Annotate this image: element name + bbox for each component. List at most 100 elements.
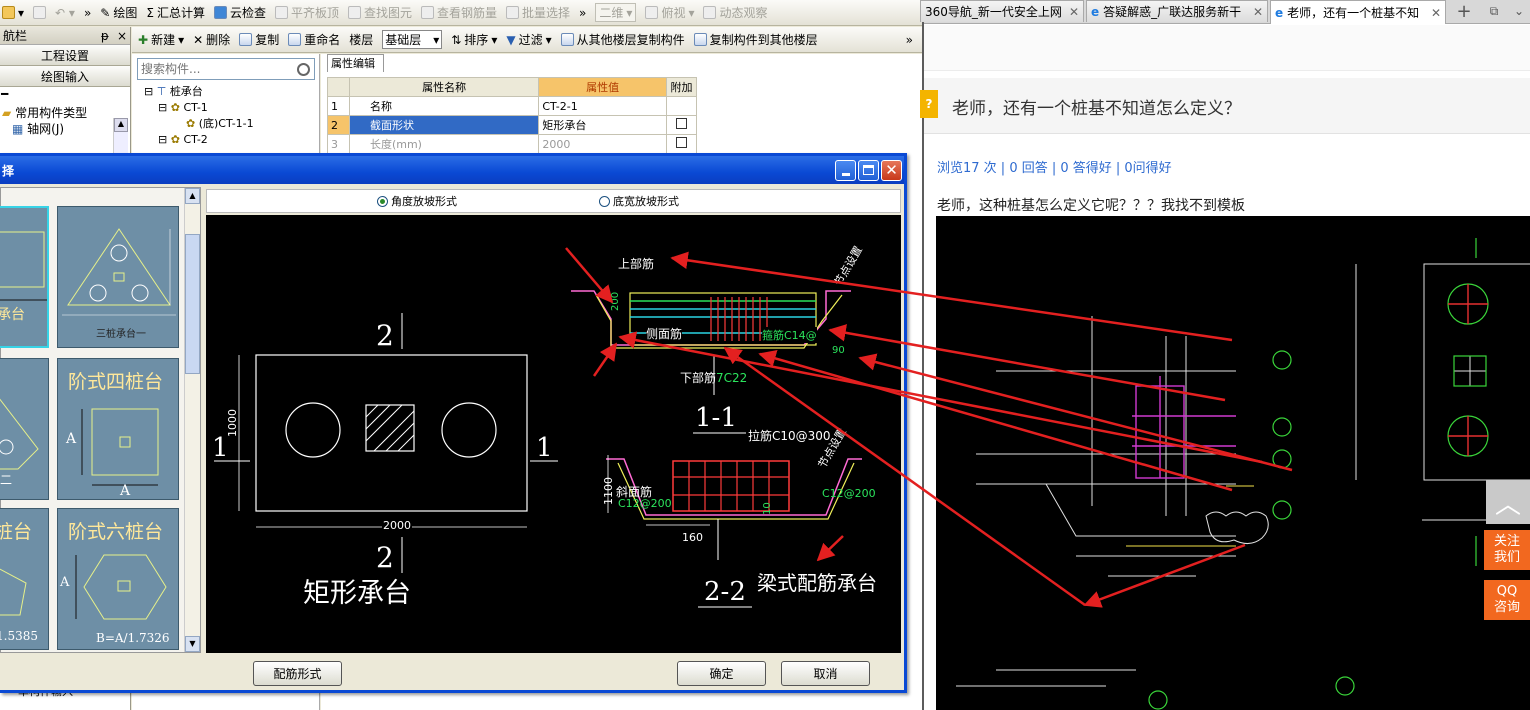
follow-us-button[interactable]: 关注我们 bbox=[1484, 530, 1530, 570]
bottom-slope-radio[interactable]: 底宽放坡形式 bbox=[599, 193, 679, 209]
browser-tab[interactable]: e 答疑解惑_广联达服务新干 ✕ bbox=[1086, 0, 1268, 22]
dynamic-view-button[interactable]: 动态观察 bbox=[703, 4, 768, 21]
sort-button[interactable]: ⇅ 排序 ▾ bbox=[451, 31, 497, 48]
draw-button[interactable]: ✎ 绘图 bbox=[100, 4, 137, 21]
thumb-stepped-six[interactable]: 阶式六桩台 A B=A/1.7326 bbox=[57, 508, 179, 650]
question-icon: ? bbox=[920, 90, 938, 118]
question-stats[interactable]: 浏览17 次 | 0 回答 | 0 答得好 | 0问得好 bbox=[937, 157, 1172, 176]
extra-checkbox[interactable] bbox=[665, 115, 698, 135]
tree-pile-cap-root[interactable]: ⊟ ⊤ 桩承台 bbox=[144, 84, 254, 100]
save-icon[interactable] bbox=[33, 6, 47, 19]
open-dropdown[interactable]: ▾ bbox=[2, 6, 24, 20]
more-chevron-3[interactable]: » bbox=[906, 33, 913, 47]
tab-menu-button[interactable]: ⌄ bbox=[1510, 2, 1528, 20]
row-number: 2 bbox=[327, 115, 350, 135]
tree-common-types[interactable]: ▰ 常用构件类型 bbox=[2, 105, 130, 121]
new-button[interactable]: ✚ 新建 ▾ bbox=[138, 31, 184, 48]
table-row[interactable]: 3 长度(mm) 2000 bbox=[327, 134, 698, 154]
pin-icon[interactable]: ᵽ bbox=[101, 29, 109, 43]
ie-icon: e bbox=[1091, 4, 1100, 19]
table-row[interactable]: 2 截面形状 矩形承台 bbox=[327, 115, 698, 135]
property-value[interactable]: 矩形承台 bbox=[538, 115, 667, 135]
angle-slope-radio[interactable]: 角度放坡形式 bbox=[377, 193, 457, 209]
scroll-up-icon[interactable]: ▲ bbox=[114, 118, 128, 132]
open-folder-icon: ▰ bbox=[2, 106, 12, 120]
ok-label: 确定 bbox=[709, 667, 734, 681]
section-2-2-label: 2-2 bbox=[704, 577, 746, 607]
search-icon[interactable] bbox=[297, 62, 310, 76]
search-input[interactable] bbox=[138, 62, 288, 76]
browser-window: 360导航_新一代安全上网 ✕ e 答疑解惑_广联达服务新干 ✕ e 老师，还有一个桩基… bbox=[920, 0, 1530, 710]
view-top-dropdown[interactable]: 俯视 ▾ bbox=[645, 4, 694, 21]
thumb-three-pile-cap[interactable]: 三桩承台一 bbox=[57, 206, 179, 348]
more-chevron[interactable]: » bbox=[84, 6, 91, 20]
delete-button[interactable]: ✕ 删除 bbox=[193, 31, 230, 48]
row-number: 3 bbox=[327, 134, 350, 154]
minimize-button[interactable] bbox=[835, 159, 856, 181]
qq-consult-button[interactable]: QQ咨询 bbox=[1484, 580, 1530, 620]
question-body: 老师，这种桩基怎么定义它呢？？？我找不到模板 bbox=[937, 198, 1245, 214]
flat-slab-button[interactable]: 平齐板顶 bbox=[274, 4, 339, 21]
browser-tab[interactable]: 360导航_新一代安全上网 ✕ bbox=[920, 0, 1084, 22]
cancel-button[interactable]: 取消 bbox=[781, 661, 870, 686]
nav-title: 航栏 bbox=[3, 29, 28, 43]
thumb-stepped-four[interactable]: 阶式四桩台 A A bbox=[57, 358, 179, 500]
tab-close-icon[interactable]: ✕ bbox=[1431, 6, 1441, 20]
thumb-pentagon-cap[interactable]: 二 bbox=[0, 358, 49, 500]
grid-icon: ▦ bbox=[12, 122, 24, 136]
more-chevron-2[interactable]: » bbox=[579, 6, 586, 20]
back-to-top-button[interactable]: ︿ bbox=[1486, 480, 1530, 524]
extra-checkbox[interactable] bbox=[665, 134, 698, 154]
scroll-up-icon[interactable]: ▲ bbox=[185, 188, 200, 204]
restore-tab-button[interactable]: ⧉ bbox=[1484, 2, 1504, 20]
rename-button[interactable]: 重命名 bbox=[288, 31, 340, 48]
rebar-form-button[interactable]: 配筋形式 bbox=[253, 661, 342, 686]
view-2d-dropdown[interactable]: 二维 ▾ bbox=[595, 3, 637, 22]
copy-to-floor-button[interactable]: 复制构件到其他楼层 bbox=[693, 31, 818, 48]
view-top-label: 俯视 bbox=[661, 6, 686, 20]
tab-close-icon[interactable]: ✕ bbox=[1069, 5, 1079, 19]
ok-button[interactable]: 确定 bbox=[677, 661, 766, 686]
scroll-thumb[interactable] bbox=[185, 234, 200, 374]
copy-button[interactable]: 复制 bbox=[239, 31, 279, 48]
tree-axis-grid[interactable]: ▦ 轴网(J) bbox=[2, 121, 130, 137]
right-rebar-spec: C12@200 bbox=[822, 487, 876, 500]
close-icon: ✕ bbox=[885, 161, 898, 179]
copy-icon bbox=[239, 33, 253, 46]
close-icon[interactable]: × bbox=[117, 29, 127, 43]
property-tab[interactable]: 属性编辑 bbox=[327, 54, 384, 72]
table-row[interactable]: 1 名称 CT-2-1 bbox=[327, 96, 698, 116]
tab-close-icon[interactable]: ✕ bbox=[1253, 5, 1263, 19]
property-value[interactable]: CT-2-1 bbox=[538, 96, 667, 116]
property-value[interactable]: 2000 bbox=[538, 134, 667, 154]
summary-button[interactable]: Σ 汇总计算 bbox=[146, 4, 205, 21]
undo-icon[interactable]: ↶ ▾ bbox=[55, 6, 75, 20]
find-element-button[interactable]: 查找图元 bbox=[348, 4, 412, 21]
tree-ct2[interactable]: ⊟ ✿ CT-2 bbox=[144, 132, 254, 148]
scroll-down-icon[interactable]: ▼ bbox=[185, 636, 200, 652]
maximize-button[interactable] bbox=[858, 159, 879, 181]
tie-rebar-label: 拉筋C10@300 bbox=[748, 429, 831, 443]
pile-circle-left bbox=[285, 402, 341, 458]
new-tab-button[interactable]: + bbox=[1452, 0, 1476, 22]
thumb-stepped-five[interactable]: 桩台 1.5385 bbox=[0, 508, 49, 650]
tree-ct1[interactable]: ⊟ ✿ CT-1 bbox=[144, 100, 254, 116]
browser-tab-active[interactable]: e 老师，还有一个桩基不知 ✕ bbox=[1270, 0, 1446, 24]
close-button[interactable]: ✕ bbox=[881, 159, 902, 181]
floor-select[interactable]: 基础层 ▾ bbox=[382, 30, 443, 49]
view-rebar-button[interactable]: 查看钢筋量 bbox=[421, 4, 497, 21]
filter-button[interactable]: ▼ 过滤 ▾ bbox=[506, 31, 551, 48]
batch-select-button[interactable]: 批量选择 bbox=[506, 4, 570, 21]
find-icon bbox=[348, 6, 361, 19]
tree-ct1-child[interactable]: ✿ (底)CT-1-1 bbox=[144, 116, 254, 132]
thumb-scrollbar[interactable]: ▲ ▼ bbox=[184, 188, 200, 652]
nav-scrollbar[interactable]: ▲ bbox=[113, 118, 128, 154]
copy-from-floor-button[interactable]: 从其他楼层复制构件 bbox=[560, 31, 685, 48]
thumb-rect-cap[interactable]: 承台 bbox=[0, 206, 49, 348]
project-settings-button[interactable]: 工程设置 bbox=[0, 45, 130, 66]
dim-2000: 2000 bbox=[382, 519, 412, 532]
attached-cad-image[interactable] bbox=[936, 216, 1530, 710]
thumb-a-label: A bbox=[66, 431, 77, 447]
cloud-check-button[interactable]: 云检查 bbox=[213, 4, 266, 21]
drawing-input-button[interactable]: 绘图输入 bbox=[0, 66, 130, 87]
